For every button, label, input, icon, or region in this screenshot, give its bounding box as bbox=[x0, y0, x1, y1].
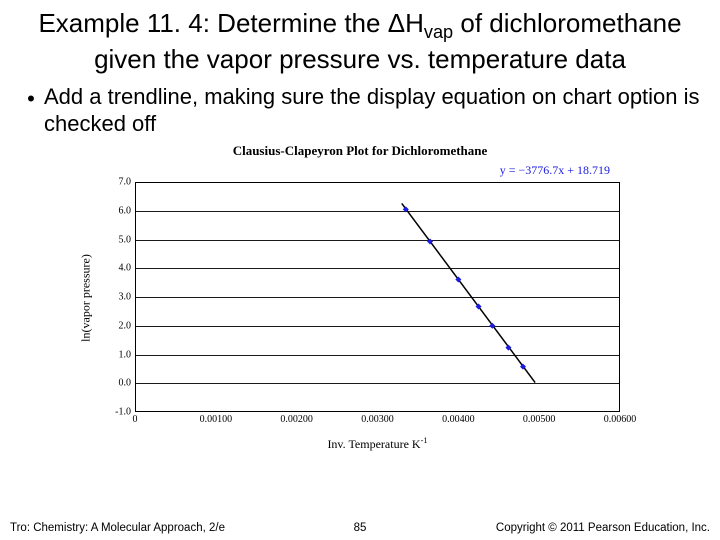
x-tick: 0.00400 bbox=[442, 414, 475, 425]
y-tick: 7.0 bbox=[101, 177, 131, 188]
bullet-dot-icon: • bbox=[18, 84, 44, 110]
title-sub: vap bbox=[424, 22, 453, 42]
x-tick: 0.00200 bbox=[280, 414, 313, 425]
x-ticks: 00.001000.002000.003000.004000.005000.00… bbox=[135, 414, 620, 428]
x-tick: 0.00100 bbox=[200, 414, 233, 425]
bullet-text: Add a trendline, making sure the display… bbox=[44, 84, 702, 137]
trendline-equation: y = −3776.7x + 18.719 bbox=[80, 163, 640, 178]
y-axis-label: ln(vapor pressure) bbox=[79, 254, 94, 342]
y-tick: 3.0 bbox=[101, 292, 131, 303]
bullet-item: • Add a trendline, making sure the displ… bbox=[18, 84, 702, 137]
chart-title: Clausius-Clapeyron Plot for Dichlorometh… bbox=[80, 143, 640, 159]
title-delta: Δ bbox=[388, 8, 405, 38]
y-tick: 5.0 bbox=[101, 234, 131, 245]
plot-area: -1.00.01.02.03.04.05.06.07.0 00.001000.0… bbox=[135, 182, 620, 412]
y-tick: 0.0 bbox=[101, 378, 131, 389]
footer-right: Copyright © 2011 Pearson Education, Inc. bbox=[496, 522, 710, 534]
x-tick: 0 bbox=[133, 414, 138, 425]
y-ticks: -1.00.01.02.03.04.05.06.07.0 bbox=[101, 182, 131, 412]
x-tick: 0.00300 bbox=[361, 414, 394, 425]
chart: Clausius-Clapeyron Plot for Dichlorometh… bbox=[80, 143, 640, 453]
slide: Example 11. 4: Determine the ΔHvap of di… bbox=[0, 0, 720, 540]
x-tick: 0.00500 bbox=[523, 414, 556, 425]
title-H: H bbox=[405, 8, 424, 38]
slide-title: Example 11. 4: Determine the ΔHvap of di… bbox=[18, 8, 702, 74]
footer-page: 85 bbox=[354, 522, 367, 534]
y-tick: -1.0 bbox=[101, 407, 131, 418]
x-axis-label-sup: -1 bbox=[421, 436, 428, 445]
x-axis-label: Inv. Temperature K-1 bbox=[135, 436, 620, 452]
plot-svg bbox=[135, 182, 620, 412]
y-tick: 4.0 bbox=[101, 263, 131, 274]
x-axis-label-text: Inv. Temperature K bbox=[327, 437, 420, 451]
x-tick: 0.00600 bbox=[604, 414, 637, 425]
footer-left: Tro: Chemistry: A Molecular Approach, 2/… bbox=[10, 522, 225, 534]
y-tick: 2.0 bbox=[101, 320, 131, 331]
y-tick: 1.0 bbox=[101, 349, 131, 360]
y-tick: 6.0 bbox=[101, 205, 131, 216]
title-pre: Example 11. 4: Determine the bbox=[38, 8, 387, 38]
